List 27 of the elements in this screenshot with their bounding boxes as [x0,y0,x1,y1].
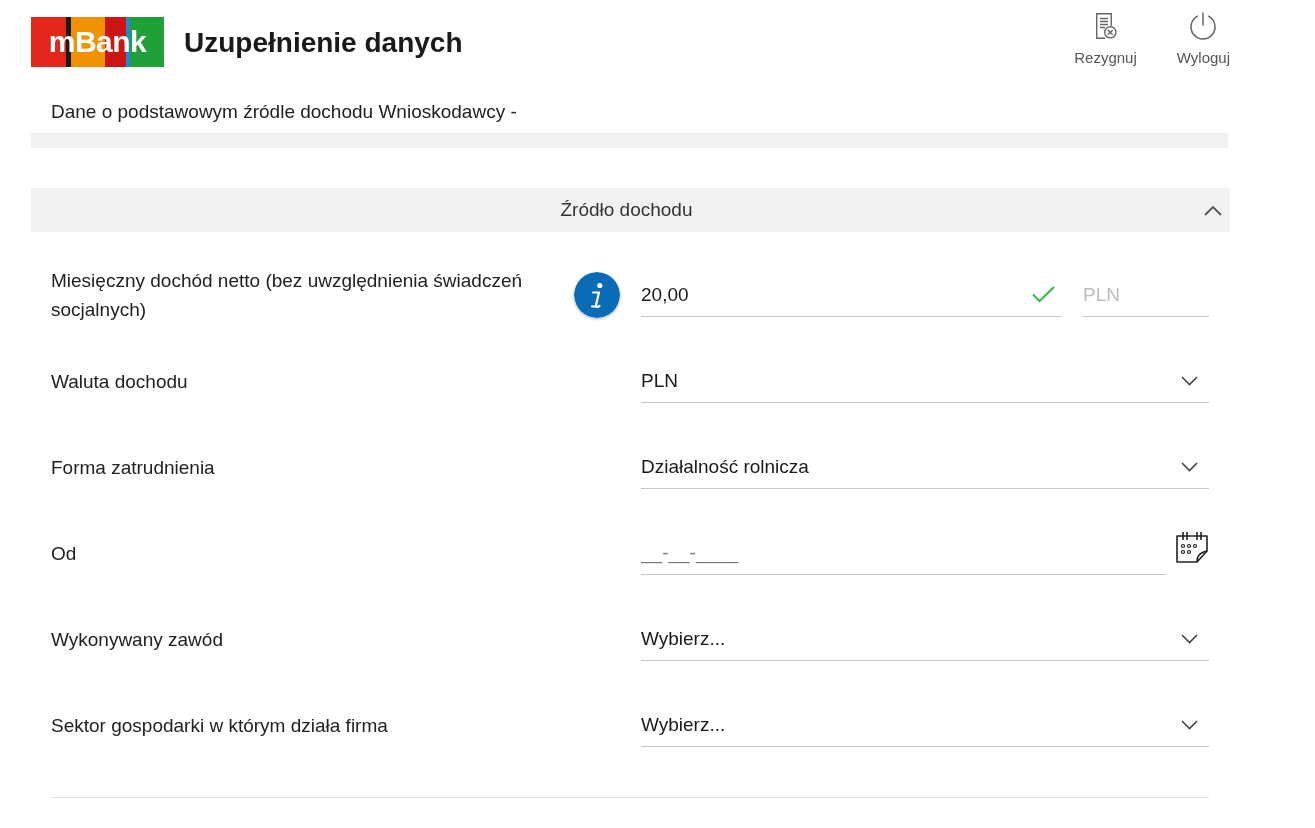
field-label: Waluta dochodu [51,369,189,394]
chevron-up-icon [1204,205,1222,216]
field-label: Forma zatrudnienia [51,455,216,480]
page-title: Uzupełnienie danych [184,26,463,60]
amount-field[interactable]: 20,00 [641,273,1061,317]
chevron-down-icon [1181,633,1198,644]
logout-button[interactable]: Wyloguj [1176,12,1230,67]
dropdown[interactable]: Wybierz... [641,617,1209,661]
cancel-button[interactable]: Rezygnuj [1074,12,1137,67]
date-field[interactable]: __-__-____ [641,531,1166,575]
section-subtitle: Dane o podstawowym źródle dochodu Wnioskodawcy - [50,100,518,124]
field-label: Miesięczny dochód netto (bez uwzględnienia świadczeń socjalnych) [51,269,524,322]
dropdown[interactable]: Wybierz... [641,703,1209,747]
calendar-icon[interactable] [1175,530,1209,564]
document-cancel-icon [1094,12,1117,40]
dropdown[interactable]: PLN [641,359,1209,403]
currency-field: PLN [1083,273,1209,317]
field-label: Wykonywany zawód [51,627,224,652]
field-label: Sektor gospodarki w którym działa firma [51,713,389,738]
info-icon[interactable] [574,272,620,318]
chevron-down-icon [1181,375,1198,386]
chevron-down-icon [1181,719,1198,730]
chevron-down-icon [1181,461,1198,472]
accordion-header[interactable]: Źródło dochodu [31,188,1230,232]
power-icon [1189,12,1218,40]
dropdown[interactable]: Działalność rolnicza [641,445,1209,489]
field-label: Od [51,541,78,566]
